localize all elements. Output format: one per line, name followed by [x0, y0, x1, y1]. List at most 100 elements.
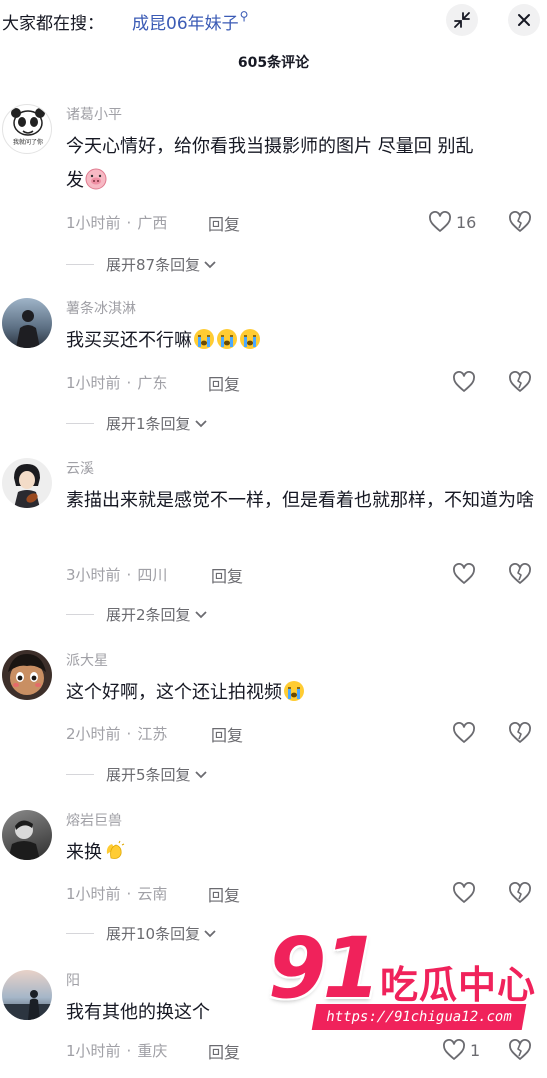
- comment-meta: 1小时前 · 云南: [66, 885, 168, 903]
- heart-outline-icon: [443, 1039, 465, 1060]
- cartoon-face-icon: [8, 654, 46, 695]
- avatar[interactable]: [2, 458, 52, 508]
- divider: [66, 614, 94, 615]
- expand-replies-label: 展开10条回复: [106, 925, 201, 943]
- comment-text: 我买买还不行嘛: [66, 324, 486, 358]
- broken-heart-icon: [509, 882, 531, 903]
- reply-button[interactable]: 回复: [208, 211, 240, 235]
- close-button[interactable]: [508, 4, 540, 36]
- expand-replies-button[interactable]: 展开2条回复: [66, 604, 208, 625]
- dislike-button[interactable]: [508, 371, 532, 397]
- comment-username[interactable]: 薯条冰淇淋: [66, 298, 136, 318]
- comment-text-body: 来换: [66, 842, 102, 863]
- chevron-down-icon: [204, 929, 216, 937]
- broken-heart-icon: [509, 722, 531, 743]
- expand-replies-label: 展开2条回复: [106, 606, 191, 624]
- like-count: 1: [470, 1040, 481, 1060]
- comment-location: 重庆: [137, 1042, 168, 1060]
- avatar[interactable]: [2, 650, 52, 700]
- comment-location: 四川: [137, 566, 168, 584]
- dislike-button[interactable]: [508, 1039, 532, 1065]
- sunset-silhouette-icon: [2, 990, 52, 1020]
- comment-username[interactable]: 派大星: [66, 650, 108, 670]
- search-suggestion-link[interactable]: 成昆06年妹子⚲: [132, 9, 248, 34]
- chevron-down-icon: [194, 610, 207, 618]
- chevron-down-icon: [204, 260, 216, 268]
- comment-meta: 1小时前 · 重庆: [66, 1042, 168, 1060]
- panda-meme-icon: [11, 108, 45, 136]
- dislike-button[interactable]: [508, 211, 532, 237]
- reply-button[interactable]: 回复: [208, 1039, 240, 1063]
- expand-replies-button[interactable]: 展开1条回复: [66, 413, 208, 434]
- heart-outline-icon: [429, 211, 451, 232]
- broken-heart-icon: [509, 563, 531, 584]
- avatar-caption: 我就问了你: [12, 139, 43, 146]
- comment-time: 1小时前: [66, 214, 121, 232]
- comment-text: 今天心情好，给你看我当摄影师的图片 尽量回 别乱发: [66, 130, 486, 198]
- comment-time: 1小时前: [66, 1042, 121, 1060]
- reply-button[interactable]: 回复: [211, 722, 243, 746]
- comment-time: 3小时前: [66, 566, 121, 584]
- like-button[interactable]: [452, 722, 480, 744]
- silhouette-photo-icon: [16, 310, 40, 348]
- dislike-button[interactable]: [508, 563, 532, 589]
- expand-replies-label: 展开5条回复: [106, 766, 191, 784]
- bw-portrait-icon: [8, 820, 40, 860]
- divider: [66, 423, 94, 424]
- collapse-button[interactable]: [446, 4, 478, 36]
- comment-meta: 2小时前 · 江苏: [66, 725, 168, 743]
- avatar[interactable]: [2, 970, 52, 1020]
- broken-heart-icon: [509, 371, 531, 392]
- comment-text-body: 我买买还不行嘛: [66, 330, 192, 351]
- watermark-name: 吃瓜中心: [380, 963, 537, 1007]
- anime-violinist-icon: [14, 464, 40, 508]
- comment-location: 云南: [137, 885, 168, 903]
- avatar[interactable]: 我就问了你: [2, 104, 52, 154]
- comment-username[interactable]: 熔岩巨兽: [66, 810, 122, 830]
- like-button[interactable]: [452, 563, 480, 585]
- chevron-down-icon: [194, 770, 207, 778]
- like-count: 16: [456, 212, 477, 232]
- broken-heart-icon: [509, 1039, 531, 1060]
- like-button[interactable]: 1: [442, 1039, 480, 1061]
- heart-outline-icon: [453, 371, 475, 392]
- expand-replies-button[interactable]: 展开87条回复: [66, 254, 217, 275]
- comment-username[interactable]: 阳: [66, 970, 80, 990]
- expand-replies-label: 展开1条回复: [106, 415, 191, 433]
- divider: [66, 774, 94, 775]
- crying-face-emoji: [240, 329, 260, 349]
- expand-replies-button[interactable]: 展开10条回复: [66, 923, 217, 944]
- heart-outline-icon: [453, 882, 475, 903]
- dislike-button[interactable]: [508, 882, 532, 908]
- comment-count-title: 605条评论: [237, 55, 310, 71]
- divider: [66, 264, 94, 265]
- comment-text: 这个好啊，这个还让拍视频: [66, 676, 486, 710]
- like-button[interactable]: [452, 882, 480, 904]
- broken-heart-icon: [509, 211, 531, 232]
- comment-username[interactable]: 诸葛小平: [66, 104, 122, 124]
- reply-button[interactable]: 回复: [208, 882, 240, 906]
- pig-face-emoji: [85, 168, 107, 190]
- chevron-down-icon: [194, 419, 207, 427]
- comment-text-body: 素描出来就是感觉不一样，但是看着也就那样，不知道为啥: [66, 490, 534, 511]
- expand-replies-button[interactable]: 展开5条回复: [66, 764, 208, 785]
- avatar[interactable]: [2, 298, 52, 348]
- like-button[interactable]: 16: [428, 211, 476, 233]
- dislike-button[interactable]: [508, 722, 532, 748]
- search-suggestion-bar: 大家都在搜： 成昆06年妹子⚲: [0, 0, 547, 40]
- comment-time: 1小时前: [66, 374, 121, 392]
- comment-text-body: 这个好啊，这个还让拍视频: [66, 682, 282, 703]
- reply-button[interactable]: 回复: [208, 371, 240, 395]
- avatar[interactable]: [2, 810, 52, 860]
- site-watermark: 91 吃瓜中心 https://91chigua12.com: [268, 926, 540, 1040]
- comment-time: 1小时前: [66, 885, 121, 903]
- close-icon: [518, 14, 530, 26]
- clapping-hands-emoji: [106, 840, 125, 859]
- comment-location: 广东: [137, 374, 168, 392]
- comment-meta: 1小时前 · 广西: [66, 214, 168, 232]
- like-button[interactable]: [452, 371, 480, 393]
- comment-location: 江苏: [137, 725, 168, 743]
- comment-username[interactable]: 云溪: [66, 458, 94, 478]
- collapse-arrows-icon: [454, 12, 470, 28]
- reply-button[interactable]: 回复: [211, 563, 243, 587]
